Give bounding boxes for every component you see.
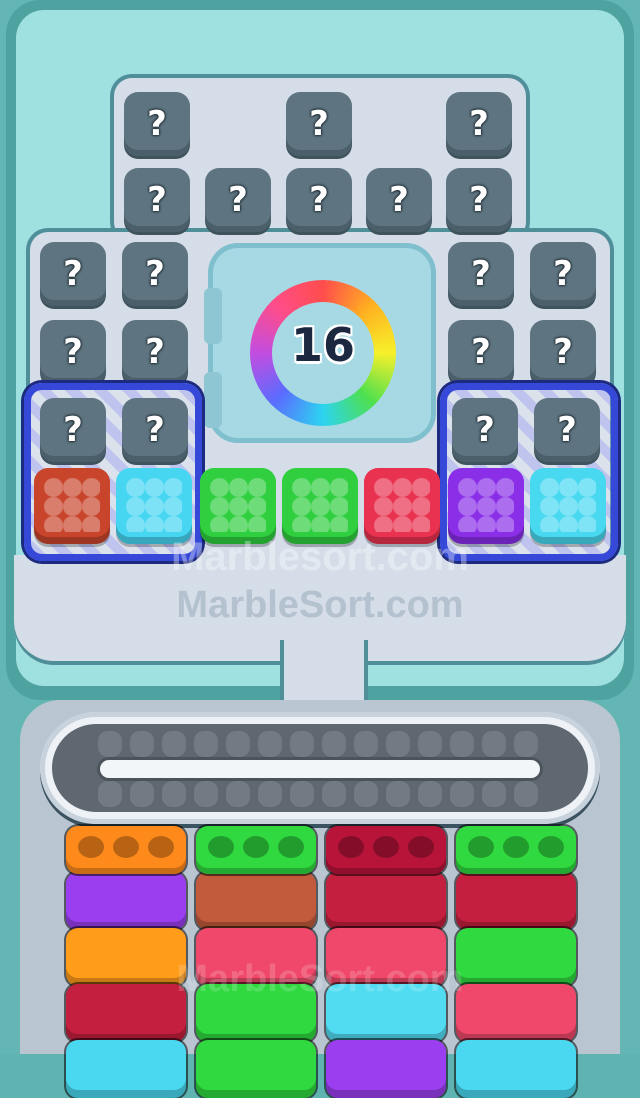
conveyor-slot — [130, 781, 154, 807]
conveyor-slot — [450, 731, 474, 757]
stack-block — [66, 984, 186, 1042]
mystery-tile[interactable]: ? — [124, 168, 190, 232]
mystery-tile[interactable]: ? — [446, 168, 512, 232]
mystery-tile[interactable]: ? — [530, 320, 596, 384]
stack-block — [326, 984, 446, 1042]
stack-block — [456, 928, 576, 986]
conveyor-slot — [354, 731, 378, 757]
vault-hinge — [204, 288, 222, 344]
conveyor-slot — [290, 781, 314, 807]
mystery-tile[interactable]: ? — [286, 168, 352, 232]
conveyor-slot — [258, 731, 282, 757]
mystery-tile[interactable]: ? — [446, 92, 512, 156]
marble-hole — [148, 836, 174, 858]
stack-block — [456, 984, 576, 1042]
mystery-tile[interactable]: ? — [534, 398, 600, 462]
marble-crate[interactable] — [34, 468, 110, 544]
conveyor-slot — [386, 781, 410, 807]
marble-hole — [503, 836, 529, 858]
conveyor-slot — [418, 731, 442, 757]
conveyor-slot — [514, 781, 538, 807]
conveyor-slot — [290, 731, 314, 757]
mystery-tile[interactable]: ? — [122, 242, 188, 306]
conveyor-center-bar — [100, 760, 540, 778]
stack-block — [66, 872, 186, 930]
conveyor-slot — [194, 781, 218, 807]
stack-block — [326, 872, 446, 930]
marble-crate[interactable] — [530, 468, 606, 544]
conveyor-slot — [98, 731, 122, 757]
conveyor-slot — [162, 731, 186, 757]
mystery-tile[interactable]: ? — [530, 242, 596, 306]
marble-crate[interactable] — [364, 468, 440, 544]
conveyor-slot — [226, 731, 250, 757]
conveyor-slot — [322, 731, 346, 757]
mystery-tile[interactable]: ? — [448, 242, 514, 306]
mystery-tile[interactable]: ? — [452, 398, 518, 462]
conveyor-slot — [450, 781, 474, 807]
mystery-tile[interactable]: ? — [448, 320, 514, 384]
marble-hole — [243, 836, 269, 858]
stack-block — [456, 872, 576, 930]
conveyor-slot — [482, 731, 506, 757]
marble-crate[interactable] — [448, 468, 524, 544]
conveyor-slot — [162, 781, 186, 807]
conveyor-slot — [194, 731, 218, 757]
marble-hole — [408, 836, 434, 858]
marble-crate[interactable] — [200, 468, 276, 544]
stack-block — [66, 1040, 186, 1098]
stack-block — [456, 1040, 576, 1098]
conveyor-slot — [386, 731, 410, 757]
marble-hole — [278, 836, 304, 858]
conveyor-slot — [514, 731, 538, 757]
mystery-tile[interactable]: ? — [286, 92, 352, 156]
mystery-tile[interactable]: ? — [122, 398, 188, 462]
mystery-tile[interactable]: ? — [205, 168, 271, 232]
vault-hinge — [204, 372, 222, 428]
conveyor-slot — [98, 781, 122, 807]
conveyor-slot — [418, 781, 442, 807]
marble-crate[interactable] — [282, 468, 358, 544]
game-frame: ? ? ? ? ? ? ? ? ? ? ? ? ? ? ? ? 16 ? ? ?… — [0, 0, 640, 1098]
stack-block — [326, 1040, 446, 1098]
mystery-tile[interactable]: ? — [124, 92, 190, 156]
conveyor-slot — [354, 781, 378, 807]
marble-hole — [373, 836, 399, 858]
conveyor-slot — [226, 781, 250, 807]
marble-hole — [538, 836, 564, 858]
stack-block — [196, 1040, 316, 1098]
marble-hole — [468, 836, 494, 858]
stack-block — [196, 872, 316, 930]
conveyor-slot — [322, 781, 346, 807]
stack-block — [66, 928, 186, 986]
marble-hole — [78, 836, 104, 858]
stack-block — [196, 928, 316, 986]
conveyor-slot — [130, 731, 154, 757]
stack-block — [326, 928, 446, 986]
conveyor-slot — [258, 781, 282, 807]
marble-hole — [208, 836, 234, 858]
mystery-tile[interactable]: ? — [40, 398, 106, 462]
stack-block — [196, 984, 316, 1042]
conveyor-slot — [482, 781, 506, 807]
level-counter: 16 — [290, 318, 355, 372]
marble-hole — [338, 836, 364, 858]
marble-crate[interactable] — [116, 468, 192, 544]
mystery-tile[interactable]: ? — [366, 168, 432, 232]
mystery-tile[interactable]: ? — [40, 242, 106, 306]
mystery-tile[interactable]: ? — [40, 320, 106, 384]
marble-hole — [113, 836, 139, 858]
mystery-tile[interactable]: ? — [122, 320, 188, 384]
